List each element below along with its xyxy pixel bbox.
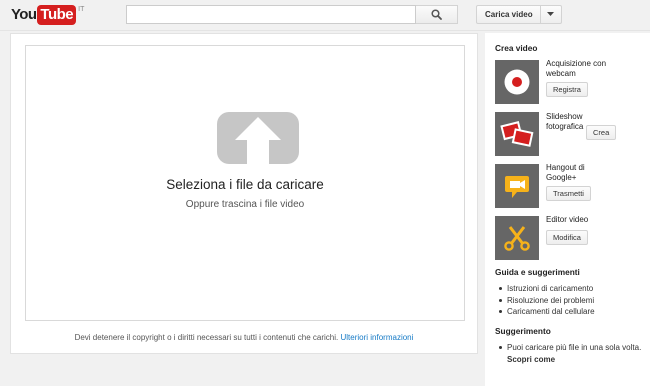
slideshow-thumbnail[interactable] [495, 112, 539, 156]
more-info-link[interactable]: Ulteriori informazioni [341, 333, 414, 342]
copyright-notice: Devi detenere il copyright o i diritti n… [11, 333, 477, 342]
header: You Tube IT Carica video [0, 0, 650, 31]
select-files-title[interactable]: Seleziona i file da caricare [26, 177, 464, 192]
sidebar: Crea video Acquisizione con webcam Regis… [485, 33, 650, 386]
scissors-icon [504, 226, 530, 251]
hangout-thumbnail[interactable] [495, 164, 539, 208]
video-editor-thumbnail[interactable] [495, 216, 539, 260]
tip-heading: Suggerimento [495, 326, 551, 336]
google-hangout-label: Hangout di Google+ [546, 163, 585, 182]
upload-panel: Seleziona i file da caricare Oppure tras… [10, 33, 478, 354]
copyright-text: Devi detenere il copyright o i diritti n… [74, 333, 339, 342]
create-video-heading: Crea video [495, 43, 538, 53]
upload-video-label: Carica video [477, 6, 541, 23]
chevron-down-icon [547, 12, 555, 16]
record-button[interactable]: Registra [546, 82, 588, 97]
photo-slideshow-label: Slideshow fotografica [546, 112, 584, 131]
hangout-camera-icon [505, 176, 529, 198]
guide-link-mobile-uploads[interactable]: Caricamenti dal cellulare [499, 306, 595, 318]
file-drop-zone[interactable]: Seleziona i file da caricare Oppure tras… [25, 45, 465, 321]
upload-arrow-icon [217, 112, 299, 164]
tip-item: Puoi caricare più file in una sola volta… [499, 342, 641, 365]
webcam-thumbnail[interactable] [495, 60, 539, 104]
guide-link-upload-instructions[interactable]: Istruzioni di caricamento [499, 283, 595, 295]
learn-how-link[interactable]: Scopri come [507, 355, 555, 364]
video-editor-label: Editor video [546, 215, 589, 224]
guide-list: Istruzioni di caricamento Risoluzione de… [499, 283, 595, 318]
tip-text: Puoi caricare più file in una sola volta… [507, 343, 642, 352]
drag-files-hint: Oppure trascina i file video [185, 199, 305, 210]
youtube-logo[interactable]: You Tube IT [11, 5, 84, 27]
logo-country-code: IT [78, 6, 85, 13]
upload-dropdown-toggle[interactable] [541, 6, 561, 23]
edit-button[interactable]: Modifica [546, 230, 588, 245]
guide-link-troubleshooting[interactable]: Risoluzione dei problemi [499, 295, 595, 307]
tip-list: Puoi caricare più file in una sola volta… [499, 342, 641, 365]
upload-video-button[interactable]: Carica video [476, 5, 562, 24]
broadcast-button[interactable]: Trasmetti [546, 186, 591, 201]
create-slideshow-button[interactable]: Crea [586, 125, 617, 140]
webcam-record-icon [504, 69, 530, 95]
logo-tube-text: Tube [37, 5, 77, 25]
logo-you-text: You [11, 6, 37, 23]
search-input[interactable] [126, 5, 416, 24]
photo-slideshow-icon [500, 121, 534, 147]
search-button[interactable] [416, 5, 458, 24]
search-bar [126, 5, 458, 24]
search-icon [431, 9, 442, 20]
guide-heading: Guida e suggerimenti [495, 267, 580, 277]
webcam-capture-label: Acquisizione con webcam [546, 59, 607, 78]
